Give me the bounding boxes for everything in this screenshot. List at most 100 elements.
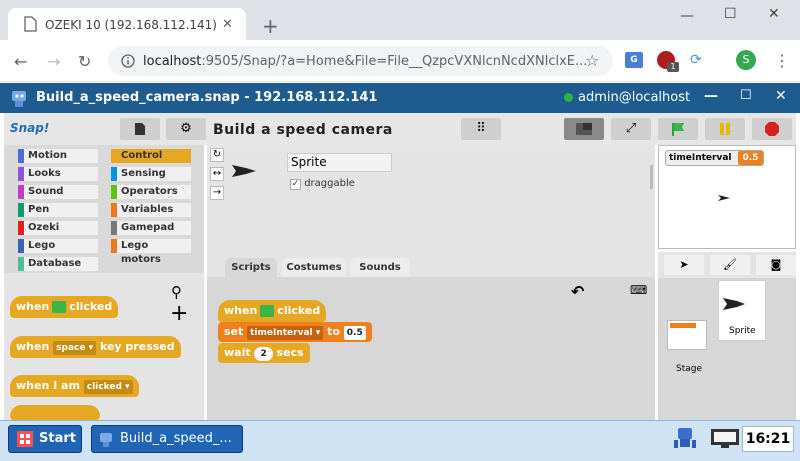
palette-search-icon[interactable]: ⚲ (171, 283, 182, 301)
category-control[interactable]: Control (111, 149, 191, 163)
category-swatch (18, 257, 24, 271)
file-menu-button[interactable] (120, 118, 160, 140)
camera-sprite-button[interactable]: ◙ (756, 255, 796, 275)
gear-icon: ⚙ (180, 121, 192, 136)
category-label: Sound (28, 186, 64, 197)
category-label: Lego motors (121, 240, 161, 265)
window-maximize-button[interactable]: ☐ (724, 6, 737, 22)
stage-thumbnail[interactable] (667, 320, 707, 350)
sprite-corral-icon[interactable]: Sprite (718, 280, 766, 341)
info-icon[interactable] (121, 54, 135, 68)
green-flag-icon (52, 301, 67, 313)
monitor-tray-icon[interactable] (710, 428, 740, 450)
taskbar-clock: 16:21 (742, 426, 794, 452)
app-title: Build_a_speed_camera.snap - 192.168.112.… (36, 90, 378, 105)
app-maximize-button[interactable]: ☐ (740, 88, 752, 103)
draggable-checkbox[interactable]: ✓ (290, 179, 301, 190)
category-label: Ozeki (28, 222, 60, 233)
wait-seconds-input[interactable]: 2 (254, 347, 273, 361)
add-turtle-sprite-button[interactable]: ➤ (664, 255, 704, 275)
stop-button[interactable] (752, 118, 792, 140)
snap-robot-icon (100, 433, 112, 447)
window-close-button[interactable]: ✕ (768, 6, 780, 22)
paint-new-sprite-button[interactable]: 🖌 (710, 255, 750, 275)
category-swatch (111, 203, 117, 217)
reload-button[interactable]: ↻ (78, 52, 91, 71)
window-minimize-button[interactable]: — (680, 8, 694, 24)
category-variables[interactable]: Variables (111, 203, 191, 217)
category-operators[interactable]: Operators (111, 185, 191, 199)
sprite-name-field[interactable]: Sprite (287, 153, 392, 172)
category-sound[interactable]: Sound (18, 185, 98, 199)
back-button[interactable]: ← (14, 52, 27, 71)
tab-sounds[interactable]: Sounds (350, 258, 410, 278)
script-wait[interactable]: wait 2 secs (218, 343, 310, 363)
corral-scrollbar[interactable] (650, 165, 653, 189)
stage-sprite-icon[interactable] (718, 194, 730, 202)
category-swatch (18, 239, 24, 253)
left-right-style-button[interactable]: ↔ (210, 167, 224, 181)
category-ozeki[interactable]: Ozeki (18, 221, 98, 235)
settings-button[interactable]: ⚙ (166, 118, 206, 140)
taskbar-app-button[interactable]: Build_a_speed_... (91, 425, 243, 453)
category-swatch (18, 149, 24, 163)
script-set-variable[interactable]: set timeInterval ▾ to 0.5 (218, 322, 372, 342)
palette-block-when-i-am[interactable]: when I am clicked ▾ (10, 375, 139, 397)
variable-dropdown[interactable]: timeInterval ▾ (247, 326, 324, 340)
category-label: Lego (28, 240, 56, 251)
translate-extension-icon[interactable]: G (625, 52, 643, 68)
tab-costumes[interactable]: Costumes (282, 258, 346, 278)
category-sensing[interactable]: Sensing (111, 167, 191, 181)
key-dropdown[interactable]: space ▾ (53, 341, 97, 355)
presentation-mode-button[interactable]: ⤢ (611, 118, 651, 140)
category-database[interactable]: Database (18, 257, 98, 271)
no-rotate-style-button[interactable]: → (210, 186, 224, 200)
set-value-input[interactable]: 0.5 (343, 326, 366, 340)
close-tab-icon[interactable]: ✕ (222, 17, 233, 32)
tab-scripts[interactable]: Scripts (225, 258, 277, 278)
category-motion[interactable]: Motion (18, 149, 98, 163)
variable-watcher[interactable]: timeInterval 0.5 (665, 150, 765, 166)
bookmark-star-icon[interactable]: ☆ (585, 51, 599, 70)
category-label: Motion (28, 150, 68, 161)
category-label: Operators (121, 186, 178, 197)
green-flag-button[interactable] (658, 118, 698, 140)
project-name: Build a speed camera (213, 122, 393, 138)
interaction-dropdown[interactable]: clicked ▾ (83, 380, 133, 394)
palette-block-partial[interactable] (10, 405, 100, 420)
sync-extension-icon[interactable]: ⟳ (690, 52, 708, 68)
new-tab-button[interactable]: + (262, 16, 279, 36)
profile-avatar[interactable]: S (736, 50, 756, 70)
make-block-plus-icon[interactable]: + (170, 303, 188, 325)
category-swatch (111, 167, 117, 181)
category-pen[interactable]: Pen (18, 203, 98, 217)
pause-button[interactable] (705, 118, 745, 140)
ozeki-robot-tray-icon[interactable] (670, 424, 700, 454)
stage-size-toggle[interactable] (564, 118, 604, 140)
forward-button[interactable]: → (47, 52, 60, 71)
extension-badge: 1 (667, 62, 679, 72)
start-grid-icon (17, 431, 33, 447)
keyboard-icon[interactable]: ⌨ (630, 283, 647, 297)
snap-logo[interactable]: Snap! (10, 121, 49, 135)
category-looks[interactable]: Looks (18, 167, 98, 181)
turtle-arrow-icon: ➤ (679, 258, 689, 271)
script-when-flag-clicked[interactable]: when clicked (218, 300, 327, 322)
palette-block-when-key-pressed[interactable]: when space ▾ key pressed (10, 336, 181, 358)
category-lego[interactable]: Lego (18, 239, 98, 253)
draggable-checkbox-row[interactable]: ✓ draggable (290, 178, 355, 190)
app-close-button[interactable]: ✕ (775, 88, 787, 104)
rotate-style-button[interactable]: ↻ (210, 148, 224, 162)
start-button[interactable]: Start (8, 425, 82, 453)
undo-icon[interactable]: ↶ (571, 282, 584, 301)
visible-stepping-button[interactable]: ⠿ (461, 118, 501, 140)
app-minimize-button[interactable]: — (704, 88, 718, 104)
fullscreen-icon: ⤢ (625, 121, 637, 136)
green-flag-icon (260, 305, 275, 317)
palette-block-when-flag-clicked[interactable]: when clicked (10, 296, 119, 318)
category-lego-motors[interactable]: Lego motors (111, 239, 191, 265)
url-text: localhost:9505/Snap/?a=Home&File=File__Q… (143, 54, 588, 69)
category-gamepad[interactable]: Gamepad (111, 221, 191, 235)
browser-menu-icon[interactable]: ⋮ (774, 51, 790, 70)
category-swatch (111, 221, 117, 235)
